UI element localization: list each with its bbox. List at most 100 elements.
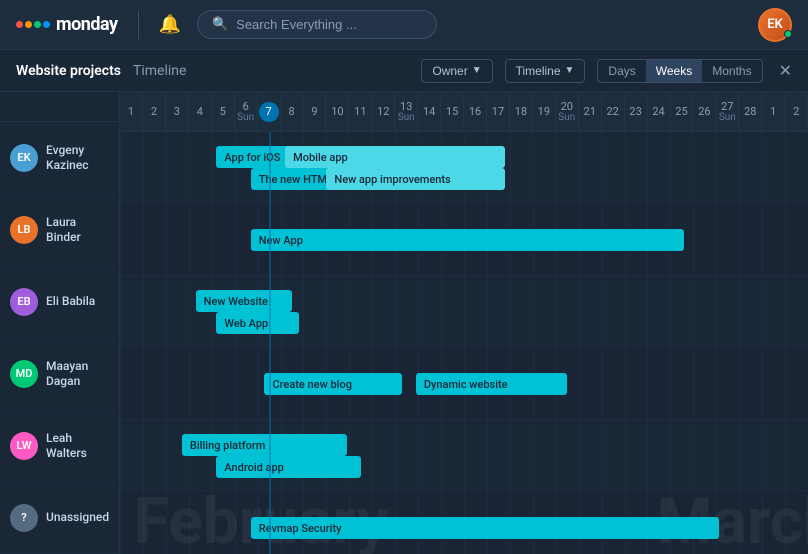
vline — [625, 132, 626, 203]
person-avatar-3: MD — [10, 360, 38, 388]
gantt-bar-5-0[interactable]: Revmap Security — [251, 517, 719, 539]
bell-icon[interactable]: 🔔 — [159, 14, 181, 35]
nav-divider — [138, 11, 139, 39]
gantt-bar-3-1[interactable]: Dynamic website — [416, 373, 567, 395]
days-view-button[interactable]: Days — [598, 60, 645, 82]
vline — [166, 132, 167, 203]
vline — [418, 420, 419, 491]
vline — [579, 276, 580, 347]
vline — [487, 276, 488, 347]
person-avatar-4: LW — [10, 432, 38, 460]
left-panel: EKEvgeny KazinecLBLaura Binder EB Eli Babi… — [0, 92, 120, 554]
vline — [716, 204, 717, 275]
person-row-0: EKEvgeny Kazinec — [0, 122, 119, 194]
vline — [487, 420, 488, 491]
vline — [166, 276, 167, 347]
gantt-bar-4-1[interactable]: Android app — [216, 456, 360, 478]
gantt-bar-2-0[interactable]: New Website — [196, 290, 292, 312]
date-cell-20: 20Sun — [556, 92, 579, 131]
vline — [510, 420, 511, 491]
date-cell-22: 22 — [602, 92, 625, 131]
vline — [716, 276, 717, 347]
date-cell-15: 15 — [441, 92, 464, 131]
view-tab-timeline[interactable]: Timeline — [133, 59, 186, 83]
vline — [143, 420, 144, 491]
vline — [739, 276, 740, 347]
logo-text: monday — [56, 14, 118, 35]
vline — [739, 348, 740, 419]
vline — [647, 420, 648, 491]
weeks-view-button[interactable]: Weeks — [646, 60, 702, 82]
logo-dots — [16, 21, 50, 28]
vline — [120, 276, 121, 347]
vline — [235, 348, 236, 419]
owner-filter-button[interactable]: Owner ▼ — [421, 59, 492, 83]
person-row-4: LW Leah Walters — [0, 410, 119, 482]
person-row-1: LBLaura Binder — [0, 194, 119, 266]
vline — [143, 132, 144, 203]
date-cell-1: 1 — [120, 92, 143, 131]
search-bar[interactable]: 🔍 — [197, 10, 437, 39]
chart-row-5: Revmap Security — [120, 492, 808, 554]
search-input[interactable] — [236, 17, 396, 32]
months-view-button[interactable]: Months — [702, 60, 761, 82]
vline — [693, 420, 694, 491]
date-cell-23: 23 — [625, 92, 648, 131]
vline — [762, 204, 763, 275]
vline — [120, 492, 121, 554]
view-toggle: Days Weeks Months — [597, 59, 762, 83]
gantt-bar-4-0[interactable]: Billing platform — [182, 434, 347, 456]
chevron-down-icon: ▼ — [472, 65, 482, 76]
vline — [739, 420, 740, 491]
close-button[interactable]: ✕ — [779, 61, 792, 80]
person-name-5: Unassigned — [46, 510, 109, 524]
left-header-cell — [0, 92, 119, 122]
logo[interactable]: monday — [16, 14, 118, 35]
gantt-bar-1-0[interactable]: New AppFeb 10thFeb 28th — [251, 229, 684, 251]
date-cell-27: 27Sun — [716, 92, 739, 131]
person-name-1: Laura Binder — [46, 215, 109, 244]
vline — [349, 276, 350, 347]
vline — [235, 204, 236, 275]
person-avatar-5: ? — [10, 504, 38, 532]
vline — [693, 276, 694, 347]
date-cell-8: 8 — [281, 92, 304, 131]
gantt-bar-0-3[interactable]: New app improvements — [326, 168, 505, 190]
vline — [418, 276, 419, 347]
vline — [716, 348, 717, 419]
vline — [464, 276, 465, 347]
date-cell-24: 24 — [648, 92, 671, 131]
vline — [670, 276, 671, 347]
date-cell-28: 28 — [739, 92, 762, 131]
vline — [212, 492, 213, 554]
gantt-bar-2-1[interactable]: Web App — [216, 312, 299, 334]
vline — [258, 348, 259, 419]
date-cell-3: 3 — [166, 92, 189, 131]
date-cell-12: 12 — [372, 92, 395, 131]
person-name-2: Eli Babila — [46, 294, 95, 308]
vline — [235, 492, 236, 554]
gantt-bar-3-0[interactable]: Create new blog — [264, 373, 402, 395]
vline — [739, 492, 740, 554]
vline — [464, 420, 465, 491]
vline — [670, 420, 671, 491]
vline — [716, 420, 717, 491]
timeline-filter-button[interactable]: Timeline ▼ — [505, 59, 586, 83]
vline — [785, 132, 786, 203]
vline — [189, 492, 190, 554]
date-cell-2: 2 — [785, 92, 808, 131]
chart-row-3: Create new blog Dynamic website — [120, 348, 808, 420]
person-name-4: Leah Walters — [46, 431, 109, 460]
vline — [372, 420, 373, 491]
person-avatar-2: EB — [10, 288, 38, 316]
project-title: Website projects — [16, 63, 121, 79]
vline — [625, 276, 626, 347]
vline — [602, 276, 603, 347]
vline — [189, 276, 190, 347]
vline — [556, 420, 557, 491]
gantt-bar-0-2[interactable]: Mobile app — [285, 146, 505, 168]
vline — [602, 348, 603, 419]
date-cell-4: 4 — [189, 92, 212, 131]
vline — [693, 204, 694, 275]
topnav: monday 🔔 🔍 EK — [0, 0, 808, 50]
